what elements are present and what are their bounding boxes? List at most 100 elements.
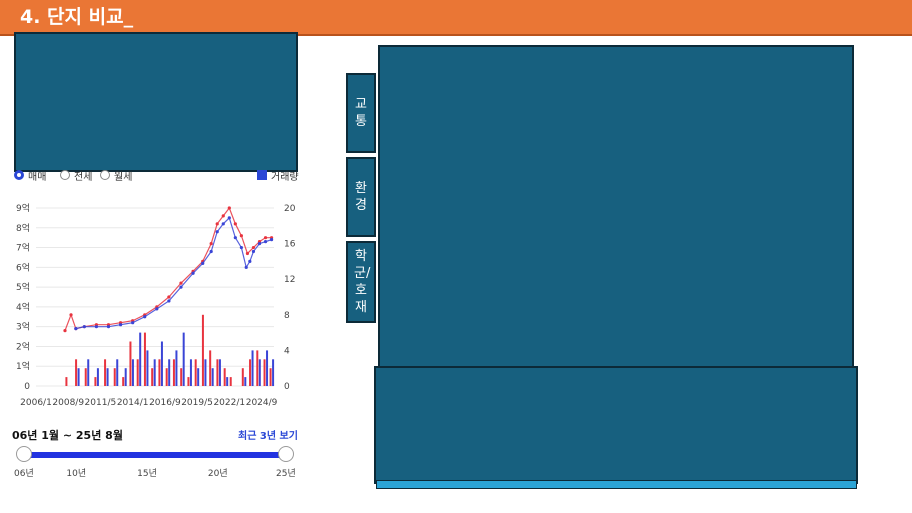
page-title: 4. 단지 비교_	[20, 6, 134, 28]
volume-bar-red	[256, 350, 259, 386]
tab-school-development[interactable]: 학군/호재	[346, 241, 376, 323]
volume-bar-blue	[182, 332, 185, 386]
volume-bar-blue	[116, 359, 119, 386]
volume-bar-red	[151, 368, 154, 386]
volume-bar-red	[143, 332, 146, 386]
recent-3-years-link[interactable]: 최근 3년 보기	[238, 427, 298, 442]
volume-bar-red	[269, 368, 272, 386]
volume-bar-blue	[218, 359, 221, 386]
y-left-tick-label: 8억	[16, 222, 30, 234]
radio-monthly-label: 월세	[114, 172, 133, 183]
y-left-tick-label: 5억	[16, 281, 30, 293]
x-tick-label: 2011/5	[85, 398, 117, 408]
radio-sale[interactable]	[14, 170, 24, 180]
volume-bar-blue	[204, 359, 207, 386]
volume-bar-blue	[244, 377, 247, 386]
y-right-tick-label: 8	[284, 311, 290, 321]
y-right-tick-label: 20	[284, 204, 296, 214]
series-point-blue	[191, 271, 195, 275]
series-point-blue	[74, 327, 78, 331]
volume-bar-blue	[160, 341, 163, 386]
volume-bar-blue	[197, 368, 200, 386]
range-tick-label: 10년	[66, 469, 87, 479]
x-tick-label: 2022/1	[213, 398, 245, 408]
series-point-red	[167, 295, 171, 299]
tab-traffic[interactable]: 교통	[346, 73, 376, 153]
range-tick-label: 15년	[137, 469, 157, 479]
volume-checkbox[interactable]	[257, 170, 267, 180]
series-point-blue	[221, 222, 225, 226]
series-point-blue	[94, 325, 99, 329]
volume-bar-blue	[139, 332, 142, 386]
volume-bar-red	[263, 359, 266, 386]
volume-bar-blue	[226, 377, 229, 386]
trade-type-filter: 매매 전세 월세 거래량	[12, 168, 302, 184]
volume-bar-blue	[266, 350, 269, 386]
radio-jeonse-label: 전세	[74, 172, 93, 183]
series-point-blue	[143, 315, 147, 319]
volume-bar-blue	[153, 359, 156, 386]
series-point-blue	[106, 325, 111, 329]
volume-bar-blue	[87, 359, 90, 386]
volume-bar-blue	[272, 359, 275, 386]
volume-bar-blue	[146, 350, 149, 386]
volume-bar-red	[122, 377, 125, 386]
series-point-blue	[263, 240, 268, 244]
series-point-blue	[82, 325, 86, 329]
radio-jeonse[interactable]	[60, 170, 70, 180]
volume-bar-red	[180, 368, 183, 386]
series-line-red	[64, 206, 272, 331]
volume-checkbox-label: 거래량	[271, 172, 299, 183]
price-volume-chart: 0 1억 2억 3억 4억 5억 6억 7억 8억 9억 0 4 8 12 16 20 2006/1 2008/9…	[16, 202, 296, 408]
series-point-blue	[118, 323, 123, 327]
volume-bar-red	[229, 377, 232, 386]
range-slider-start-handle[interactable]	[16, 446, 32, 462]
volume-bar-red	[129, 341, 132, 386]
volume-bar-red	[223, 368, 226, 386]
volume-bar-blue	[77, 368, 80, 386]
y-left-tick-label: 1억	[16, 360, 30, 372]
series-point-blue	[209, 249, 213, 254]
lower-content-panel	[374, 366, 858, 484]
series-point-red	[263, 236, 268, 240]
x-tick-label: 2008/9	[52, 398, 84, 408]
volume-bar-red	[158, 359, 161, 386]
volume-bar-red	[201, 314, 204, 386]
y-right-tick-label: 0	[284, 382, 290, 392]
x-tick-label: 2016/9	[149, 398, 181, 408]
x-tick-label: 2019/5	[181, 398, 213, 408]
volume-bar-blue	[175, 350, 178, 386]
series-point-red	[63, 329, 67, 333]
range-slider-end-handle[interactable]	[278, 446, 294, 462]
volume-bar-blue	[124, 368, 127, 386]
volume-bar-red	[113, 368, 116, 386]
y-left-tick-label: 0	[24, 382, 30, 392]
y-left-tick-label: 3억	[16, 321, 30, 333]
range-slider-track[interactable]	[24, 452, 286, 458]
volume-bar-blue	[189, 359, 192, 386]
y-left-tick-label: 2억	[16, 340, 30, 352]
radio-sale-label: 매매	[28, 172, 47, 183]
range-tick-label: 06년	[14, 469, 34, 479]
volume-bar-red	[216, 359, 219, 386]
series-point-blue	[215, 230, 219, 234]
tab-environment[interactable]: 환경	[346, 157, 376, 237]
volume-bar-red	[194, 359, 197, 386]
volume-bar-red	[136, 359, 139, 386]
series-point-blue	[201, 261, 205, 265]
y-left-tick-label: 6억	[16, 261, 30, 273]
radio-monthly[interactable]	[100, 170, 110, 180]
volume-bar-blue	[131, 359, 134, 386]
volume-bar-red	[84, 368, 87, 386]
x-tick-label: 2014/1	[117, 398, 149, 408]
range-tick-label: 25년	[276, 469, 296, 479]
volume-bar-blue	[96, 368, 99, 386]
volume-bar-red	[172, 359, 175, 386]
volume-bar-blue	[251, 350, 254, 386]
series-point-red	[209, 242, 213, 246]
volume-bar-red	[104, 359, 107, 386]
summary-panel	[14, 32, 298, 172]
series-point-red	[179, 281, 183, 285]
x-tick-label: 2024/9	[246, 398, 278, 408]
series-point-red	[215, 222, 219, 226]
